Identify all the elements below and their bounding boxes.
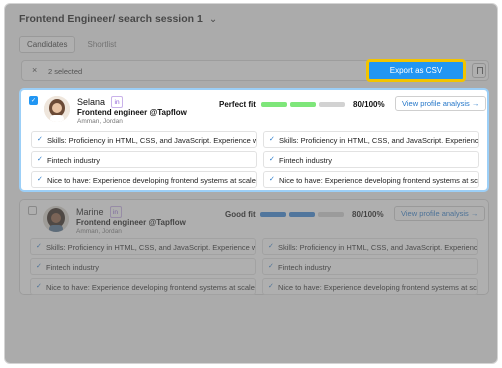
check-icon: ✓ xyxy=(36,283,42,290)
candidate-card[interactable]: ✓ Selana in Frontend engineer @Tapflow A… xyxy=(19,88,489,192)
selected-count: 2 selected xyxy=(48,67,83,76)
fit-bar-segment xyxy=(260,212,286,217)
export-csv-button[interactable]: Export as CSV xyxy=(366,59,466,82)
candidate-checkbox[interactable]: ✓ xyxy=(29,96,38,105)
avatar xyxy=(43,206,69,232)
criteria-text: Fintech industry xyxy=(47,156,100,165)
criteria-item: ✓ Fintech industry xyxy=(263,151,479,168)
fit-bar-segment xyxy=(318,212,344,217)
criteria-text: Skills: Proficiency in HTML, CSS, and Ja… xyxy=(47,136,257,145)
tab-shortlist[interactable]: Shortlist xyxy=(79,36,124,53)
candidate-location: Amman, Jordan xyxy=(77,118,123,125)
check-icon: ✓ xyxy=(268,243,274,250)
criteria-text: Skills: Proficiency in HTML, CSS, and Ja… xyxy=(278,243,478,252)
avatar xyxy=(44,96,70,122)
fit-bar-segment xyxy=(289,212,315,217)
linkedin-icon[interactable]: in xyxy=(111,96,124,108)
criteria-item: ✓ Fintech industry xyxy=(30,258,256,275)
criteria-text: Fintech industry xyxy=(278,263,331,272)
criteria-text: Nice to have: Experience developing fron… xyxy=(47,176,256,185)
check-icon: ✓ xyxy=(269,136,275,143)
criteria-item: ✓ Skills: Proficiency in HTML, CSS, and … xyxy=(262,238,478,255)
check-icon: ✓ xyxy=(268,263,274,270)
criteria-item: ✓ Skills: Proficiency in HTML, CSS, and … xyxy=(31,131,257,148)
tab-bar: Candidates Shortlist xyxy=(19,36,124,53)
candidate-name-row: Selana in xyxy=(77,96,124,108)
criteria-item: ✓ Skills: Proficiency in HTML, CSS, and … xyxy=(263,131,479,148)
check-icon: ✓ xyxy=(269,176,275,183)
bookmark-icon[interactable] xyxy=(472,63,486,78)
candidate-checkbox[interactable] xyxy=(28,206,37,215)
tab-candidates[interactable]: Candidates xyxy=(19,36,76,53)
criteria-item: ✓ Nice to have: Experience developing fr… xyxy=(30,278,256,295)
criteria-item: ✓ Fintech industry xyxy=(31,151,257,168)
criteria-item: ✓ Nice to have: Experience developing fr… xyxy=(262,278,478,295)
session-title-row[interactable]: Frontend Engineer/ search session 1 ⌄ xyxy=(19,13,217,25)
candidate-card[interactable]: Marine in Frontend engineer @Tapflow Amm… xyxy=(19,199,489,295)
criteria-text: Skills: Proficiency in HTML, CSS, and Ja… xyxy=(279,136,479,145)
candidate-location: Amman, Jordan xyxy=(76,228,122,235)
linkedin-icon[interactable]: in xyxy=(109,206,122,218)
fit-label: Good fit xyxy=(225,210,256,219)
criteria-text: Nice to have: Experience developing fron… xyxy=(279,176,479,185)
candidate-name-row: Marine in xyxy=(76,206,122,218)
criteria-text: Fintech industry xyxy=(46,263,99,272)
view-profile-analysis-button[interactable]: View profile analysis → xyxy=(394,206,486,221)
candidate-name: Selana xyxy=(77,97,106,107)
check-icon: ✓ xyxy=(268,283,274,290)
candidate-name: Marine xyxy=(76,207,104,217)
check-icon: ✓ xyxy=(37,156,43,163)
close-icon[interactable]: × xyxy=(32,65,37,75)
fit-bar-segment xyxy=(261,102,287,107)
check-icon: ✓ xyxy=(36,263,42,270)
chevron-down-icon[interactable]: ⌄ xyxy=(209,14,217,25)
check-icon: ✓ xyxy=(37,136,43,143)
fit-score: 80/100% xyxy=(353,100,385,109)
criteria-item: ✓ Nice to have: Experience developing fr… xyxy=(263,171,479,188)
criteria-text: Nice to have: Experience developing fron… xyxy=(46,283,255,292)
fit-score: 80/100% xyxy=(352,210,384,219)
criteria-text: Nice to have: Experience developing fron… xyxy=(278,283,478,292)
candidate-role: Frontend engineer @Tapflow xyxy=(77,108,187,117)
criteria-item: ✓ Fintech industry xyxy=(262,258,478,275)
criteria-item: ✓ Skills: Proficiency in HTML, CSS, and … xyxy=(30,238,256,255)
criteria-text: Skills: Proficiency in HTML, CSS, and Ja… xyxy=(46,243,256,252)
selection-toolbar: × 2 selected Export as CSV xyxy=(21,59,489,82)
check-icon: ✓ xyxy=(269,156,275,163)
check-icon: ✓ xyxy=(37,176,43,183)
app-window: Frontend Engineer/ search session 1 ⌄ Ca… xyxy=(4,3,498,364)
criteria-item: ✓ Nice to have: Experience developing fr… xyxy=(31,171,257,188)
fit-bar xyxy=(260,212,344,217)
fit-bar-segment xyxy=(290,102,316,107)
check-icon: ✓ xyxy=(36,243,42,250)
criteria-text: Fintech industry xyxy=(279,156,332,165)
fit-bar-segment xyxy=(319,102,345,107)
fit-bar xyxy=(261,102,345,107)
candidate-role: Frontend engineer @Tapflow xyxy=(76,218,186,227)
page-title: Frontend Engineer/ search session 1 xyxy=(19,13,203,25)
view-profile-analysis-button[interactable]: View profile analysis → xyxy=(395,96,487,111)
fit-label: Perfect fit xyxy=(219,100,256,109)
